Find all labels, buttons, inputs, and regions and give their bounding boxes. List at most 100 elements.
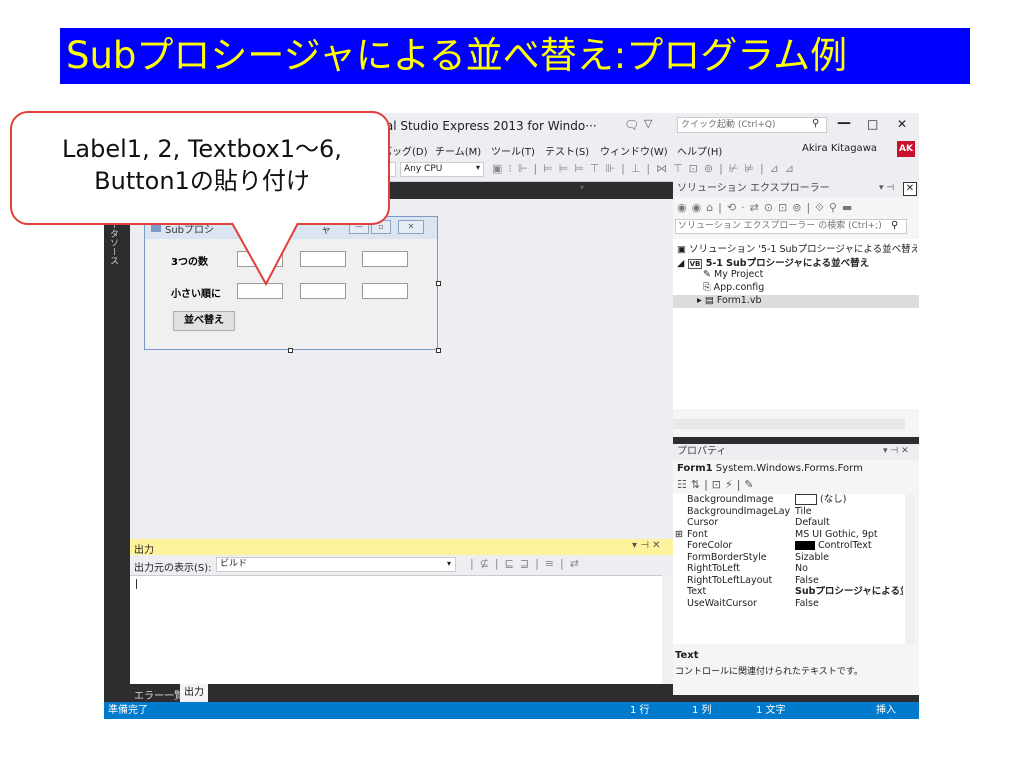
panel-controls-icon[interactable]: ▾ ⊣ ✕ — [632, 540, 660, 551]
property-name: Text — [687, 586, 707, 597]
status-bar: 準備完了 1 行 1 列 1 文字 挿入 — [104, 702, 919, 719]
property-row[interactable]: RightToLeft No — [673, 563, 905, 575]
search-icon[interactable]: ⚲ — [812, 118, 819, 129]
chevron-down-icon[interactable]: ▾ — [580, 183, 584, 192]
text-cursor — [136, 579, 137, 589]
minimize-button[interactable]: — — [837, 115, 851, 131]
label2[interactable]: 小さい順に — [171, 285, 221, 300]
property-row[interactable]: BackgroundImage (なし) — [673, 494, 905, 506]
toolbar-icons[interactable]: ▣⁝⊩|⊨⊨⊨⊤⊪|⊥|⋈⊤⊡⊚|⊬⊭|⊿⊿ — [492, 162, 800, 175]
properties-toolbar-icons[interactable]: ☷⇅|⊡⚡|✎ — [677, 478, 758, 491]
tree-item-app-config-label: App.config — [713, 282, 765, 293]
expand-icon[interactable]: ▸ — [697, 295, 702, 306]
property-row[interactable]: FormBorderStyle Sizable — [673, 552, 905, 564]
tree-item-project-label: 5-1 Subプロシージャによる並べ替え — [705, 258, 870, 269]
property-row[interactable]: Text Subプロシージャによる並へ — [673, 586, 905, 598]
property-value: False — [795, 597, 819, 606]
panel-controls-icon[interactable]: ▾ ⊣ ✕ — [883, 446, 909, 456]
menu-item-help[interactable]: ヘルプ(H) — [677, 143, 722, 158]
property-row[interactable]: ⊞ Font MS UI Gothic, 9pt — [673, 529, 905, 541]
search-icon[interactable]: ⚲ — [891, 220, 898, 231]
resize-handle-corner[interactable] — [436, 348, 441, 353]
callout-bubble: Label1, 2, Textbox1〜6, Button1の貼り付け — [10, 111, 390, 225]
property-value-text: (なし) — [820, 494, 847, 505]
maximize-button[interactable]: □ — [867, 117, 878, 131]
menu-item-team[interactable]: チーム(M) — [435, 143, 481, 158]
textbox6[interactable] — [362, 283, 408, 299]
form-close-icon: ✕ — [398, 220, 424, 234]
property-value-text: ControlText — [818, 540, 872, 551]
output-source-value: ビルド — [220, 559, 248, 569]
label1[interactable]: 3つの数 — [171, 253, 208, 268]
property-name: RightToLeftLayout — [687, 574, 773, 586]
property-row[interactable]: BackgroundImageLay Tile — [673, 506, 905, 518]
property-row[interactable]: RightToLeftLayout False — [673, 575, 905, 587]
tree-item-solution[interactable]: ▣ ソリューション '5-1 Subプロシージャによる並べ替え' (1 プ — [677, 241, 917, 255]
filter-icon[interactable]: ▽ — [644, 117, 652, 130]
sort-button[interactable]: 並べ替え — [173, 311, 235, 331]
tab-error-list[interactable]: エラー一覧 — [134, 687, 184, 702]
quick-launch-input[interactable]: クイック起動 (Ctrl+Q) — [677, 117, 827, 133]
properties-scrollbar[interactable] — [905, 494, 915, 644]
avatar[interactable]: AK — [897, 141, 915, 157]
solution-explorer: ソリューション エクスプローラー ▾ ⊣ ✕ ◉◉⌂|⟲·⇄⊙⊡⊚|⟐⚲▬ ソリ… — [673, 181, 919, 437]
description-text: コントロールに関連付けられたテキストです。 — [675, 667, 863, 677]
expand-icon[interactable]: ◢ — [677, 258, 684, 269]
property-name: RightToLeft — [687, 563, 740, 574]
platform-value: Any CPU — [404, 164, 443, 174]
solution-search-input[interactable]: ソリューション エクスプローラー の検索 (Ctrl+;) — [675, 219, 907, 234]
property-value: ControlText — [795, 540, 872, 552]
property-name: BackgroundImage — [687, 494, 774, 505]
property-row[interactable]: Cursor Default — [673, 517, 905, 529]
tree-item-my-project[interactable]: ✎ My Project — [703, 269, 763, 280]
solution-hscrollbar[interactable] — [673, 419, 905, 429]
property-value: Default — [795, 517, 830, 528]
form-file-icon: ▤ — [704, 295, 714, 306]
property-row[interactable]: ForeColor ControlText — [673, 540, 905, 552]
property-description: Text コントロールに関連付けられたテキストです。 — [673, 648, 919, 694]
property-name: BackgroundImageLay — [687, 505, 791, 517]
property-value: No — [795, 563, 808, 574]
properties-panel: プロパティ ▾ ⊣ ✕ Form1 System.Windows.Forms.F… — [673, 444, 919, 695]
status-line: 1 行 — [630, 705, 650, 716]
properties-object-type: System.Windows.Forms.Form — [715, 463, 863, 474]
chevron-down-icon[interactable]: ▾ — [476, 163, 480, 172]
chevron-down-icon[interactable]: ▾ — [447, 559, 451, 568]
property-name: FormBorderStyle — [687, 551, 767, 563]
property-value: MS UI Gothic, 9pt — [795, 528, 878, 540]
callout-line-1: Label1, 2, Textbox1〜6, — [62, 135, 342, 163]
output-title: 出力 — [134, 545, 154, 556]
property-name: ForeColor — [687, 540, 733, 551]
textbox3[interactable] — [362, 251, 408, 267]
output-scrollbar[interactable] — [662, 575, 673, 693]
tree-item-form1[interactable]: ▸ ▤ Form1.vb — [673, 295, 919, 308]
platform-dropdown[interactable]: Any CPU — [400, 162, 484, 177]
property-value: Tile — [795, 505, 812, 517]
resize-handle-bottom[interactable] — [288, 348, 293, 353]
panel-controls-icon[interactable]: ▾ ⊣ — [879, 183, 894, 193]
feedback-icon[interactable]: 🗨 — [624, 118, 639, 132]
tree-item-my-project-label: My Project — [714, 269, 764, 280]
menu-item-test[interactable]: テスト(S) — [545, 143, 589, 158]
solution-tree: ▣ ソリューション '5-1 Subプロシージャによる並べ替え' (1 プ ◢ … — [673, 239, 919, 409]
output-toolbar-icons[interactable]: |⊈|⊑⊒|≡|⇄ — [470, 557, 585, 570]
menu-item-window[interactable]: ウィンドウ(W) — [600, 143, 668, 158]
properties-object-selector[interactable]: Form1 System.Windows.Forms.Form — [673, 461, 919, 476]
user-name[interactable]: Akira Kitagawa — [802, 143, 877, 154]
close-icon[interactable]: ✕ — [903, 182, 917, 196]
solution-icon: ▣ — [677, 244, 686, 255]
output-text-area[interactable] — [130, 575, 662, 694]
properties-object: Form1 — [677, 463, 713, 474]
tree-item-app-config[interactable]: ⎘ App.config — [703, 282, 764, 293]
expand-plus-icon[interactable]: ⊞ — [675, 529, 683, 541]
menu-item-tools[interactable]: ツール(T) — [491, 143, 535, 158]
resize-handle-right[interactable] — [436, 281, 441, 286]
tab-output[interactable]: 出力 — [180, 684, 208, 702]
property-value: (なし) — [795, 494, 846, 506]
vb-project-icon: VB — [687, 259, 703, 269]
output-source-dropdown[interactable]: ビルド — [216, 557, 456, 572]
tree-item-project[interactable]: ◢ VB 5-1 Subプロシージャによる並べ替え — [677, 255, 869, 269]
property-row[interactable]: UseWaitCursor False — [673, 598, 905, 606]
solution-toolbar-icons[interactable]: ◉◉⌂|⟲·⇄⊙⊡⊚|⟐⚲▬ — [677, 201, 857, 215]
close-button[interactable]: ✕ — [897, 117, 907, 131]
